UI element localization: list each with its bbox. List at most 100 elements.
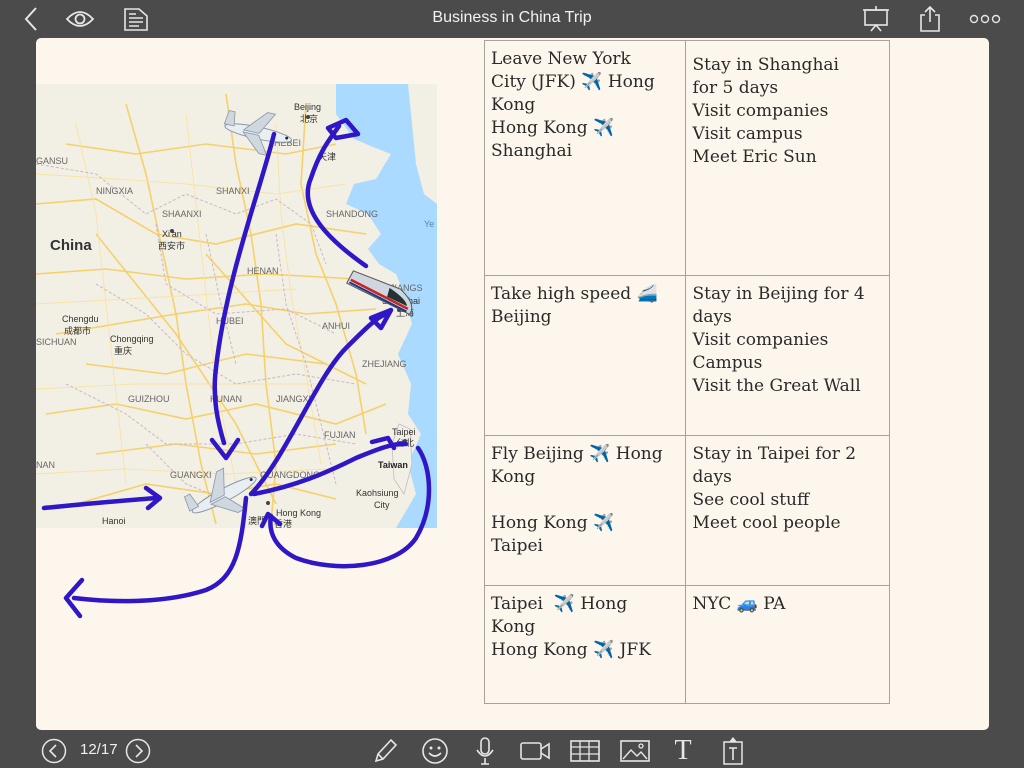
cell-line: Kong — [491, 95, 536, 115]
cell-line: Shanghai — [491, 141, 573, 161]
table-icon[interactable] — [568, 736, 602, 766]
emoji-icon[interactable] — [420, 736, 450, 766]
table-row: Leave New York City (JFK) ✈️ Hong Kong H… — [483, 40, 890, 276]
cell-line: Meet Eric Sun — [692, 147, 817, 167]
map-label-hongkong-cn: 香港 — [274, 518, 292, 528]
map-label-macao: 澳門 — [248, 515, 266, 526]
cell-line: for 5 days — [692, 78, 779, 98]
cell-line: Taipei ✈️ Hong — [491, 594, 628, 614]
map-label-hongkong: Hong Kong — [276, 508, 321, 518]
cell-line: Stay in Beijing for 4 — [692, 284, 865, 304]
cell-line: Kong — [491, 467, 536, 487]
map-label-fujian: FUJIAN — [324, 430, 356, 440]
table-row: Taipei ✈️ Hong Kong Hong Kong ✈️ JFK NYC… — [483, 585, 890, 704]
presentation-icon[interactable] — [860, 4, 892, 34]
map-label-chongqing-cn: 重庆 — [114, 345, 132, 356]
map-label-taipei: Taipei — [392, 427, 416, 437]
more-dots-icon[interactable] — [968, 4, 1002, 34]
circle-chevron-left-icon[interactable] — [40, 736, 68, 766]
chevron-left-icon[interactable] — [18, 4, 44, 34]
cell-line: Visit campus — [692, 124, 803, 144]
cell-line: Stay in Shanghai — [692, 55, 839, 75]
page-indicator: 12/17 — [80, 741, 118, 758]
table-cell[interactable]: Fly Beijing ✈️ Hong Kong Hong Kong ✈️ Ta… — [483, 435, 687, 586]
map-label-hubei: HUBEI — [216, 316, 244, 326]
microphone-icon[interactable] — [472, 736, 498, 766]
cell-line: Beijing — [491, 307, 552, 327]
cell-line: Kong — [491, 617, 536, 637]
video-camera-icon[interactable] — [518, 736, 552, 766]
map-image: Beijing 北京 天津 HEBEI GANSU NINGXIA SHANXI… — [36, 84, 437, 528]
map-label-ningxia: NINGXIA — [96, 186, 133, 196]
cell-line: City (JFK) ✈️ Hong — [491, 72, 655, 92]
eye-icon[interactable] — [64, 4, 96, 34]
cell-line: Hong Kong ✈️ — [491, 513, 615, 533]
cell-line: Stay in Taipei for 2 — [692, 444, 857, 464]
map-label-xian-cn: 西安市 — [158, 240, 185, 251]
map-label-kaohsiung: Kaohsiung — [356, 488, 399, 498]
map-label-gansu: GANSU — [36, 156, 68, 166]
cell-line: Visit companies — [692, 101, 829, 121]
map-label-zhejiang: ZHEJIANG — [362, 359, 407, 369]
cell-line: NYC 🚙 PA — [692, 594, 786, 614]
map-label-chongqing: Chongqing — [110, 334, 154, 344]
map-label-anhui: ANHUI — [322, 321, 350, 331]
map-label-city: City — [374, 500, 390, 510]
cell-line: Leave New York — [491, 49, 631, 69]
map-label-chengdu: Chengdu — [62, 314, 99, 324]
bottom-toolbar: 12/17 T — [0, 732, 1024, 768]
map-label-jiangxi: JIANGXI — [276, 394, 311, 404]
cell-line: Campus — [692, 353, 763, 373]
cell-line: days — [692, 307, 732, 327]
map-label-guizhou: GUIZHOU — [128, 394, 170, 404]
cell-line: See cool stuff — [692, 490, 810, 510]
cell-line: Take high speed 🚄 — [491, 284, 658, 304]
map-label-ye: Ye — [424, 219, 434, 229]
app-window: Business in China Trip Beijing 北京 天津 HEB… — [0, 0, 1024, 768]
cell-line: Visit the Great Wall — [692, 376, 861, 396]
table-cell[interactable]: Stay in Taipei for 2 days See cool stuff… — [685, 435, 890, 586]
cell-line: Visit companies — [692, 330, 829, 350]
map-label-hunan: HUNAN — [210, 394, 242, 404]
cell-line: days — [692, 467, 732, 487]
note-page[interactable]: Beijing 北京 天津 HEBEI GANSU NINGXIA SHANXI… — [36, 38, 989, 730]
circle-chevron-right-icon[interactable] — [124, 736, 152, 766]
text-box-icon[interactable] — [720, 736, 746, 766]
table-cell[interactable]: Stay in Shanghai for 5 days Visit compan… — [685, 40, 890, 276]
map-label-guangxi: GUANGXI — [170, 470, 212, 480]
itinerary-table[interactable]: Leave New York City (JFK) ✈️ Hong Kong H… — [483, 40, 890, 704]
text-tool-label: T — [674, 735, 692, 766]
map-label-taiwan: Taiwan — [378, 460, 408, 470]
map-label-china: China — [50, 237, 92, 254]
pencil-icon[interactable] — [370, 736, 400, 766]
share-icon[interactable] — [916, 4, 944, 34]
map-label-sichuan: SICHUAN — [36, 337, 77, 347]
map-label-shanxi: SHANXI — [216, 186, 250, 196]
map-label-guangdong: GUANGDONG — [260, 470, 320, 480]
map-label-henan: HENAN — [247, 266, 279, 276]
table-cell[interactable]: Take high speed 🚄 Beijing — [483, 275, 687, 436]
map-label-tianjin-cn: 天津 — [318, 152, 336, 162]
image-icon[interactable] — [618, 736, 652, 766]
cell-line: Taipei — [491, 536, 543, 556]
document-list-icon[interactable] — [121, 4, 151, 34]
map-label-nan: NAN — [36, 460, 55, 470]
text-icon[interactable]: T — [668, 735, 698, 766]
map-label-shaanxi: SHAANXI — [162, 209, 202, 219]
map-label-chengdu-cn: 成都市 — [64, 325, 91, 336]
cell-line — [491, 489, 679, 512]
table-row: Take high speed 🚄 Beijing Stay in Beijin… — [483, 275, 890, 436]
table-cell[interactable]: NYC 🚙 PA — [685, 585, 890, 704]
map-label-shandong: SHANDONG — [326, 209, 378, 219]
cell-line: Hong Kong ✈️ JFK — [491, 640, 651, 660]
cell-line: Hong Kong ✈️ — [491, 118, 615, 138]
map-label-hanoi: Hanoi — [102, 516, 126, 526]
table-cell[interactable]: Leave New York City (JFK) ✈️ Hong Kong H… — [483, 40, 687, 276]
cell-line: Meet cool people — [692, 513, 841, 533]
table-cell[interactable]: Stay in Beijing for 4 days Visit compani… — [685, 275, 890, 436]
cell-line: Fly Beijing ✈️ Hong — [491, 444, 663, 464]
table-row: Fly Beijing ✈️ Hong Kong Hong Kong ✈️ Ta… — [483, 435, 890, 586]
table-cell[interactable]: Taipei ✈️ Hong Kong Hong Kong ✈️ JFK — [483, 585, 687, 704]
top-toolbar: Business in China Trip — [0, 0, 1024, 38]
map-label-beijing: Beijing — [294, 102, 321, 112]
